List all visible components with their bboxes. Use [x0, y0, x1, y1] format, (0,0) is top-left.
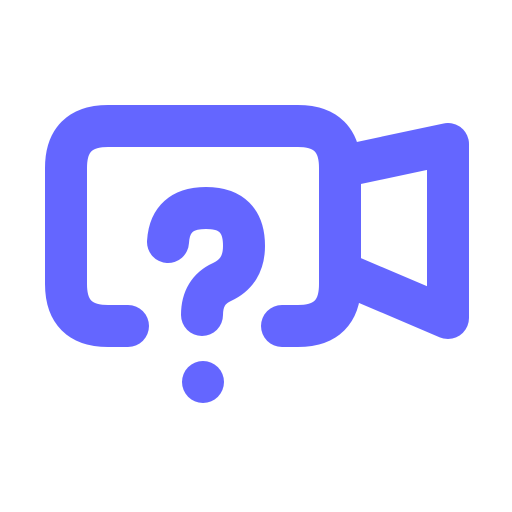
question-mark-dot	[182, 361, 224, 403]
camera-lens-outline	[319, 123, 469, 339]
video-camera-question-icon	[45, 105, 469, 403]
question-mark-hook	[147, 187, 265, 336]
icon-canvas	[0, 0, 512, 512]
